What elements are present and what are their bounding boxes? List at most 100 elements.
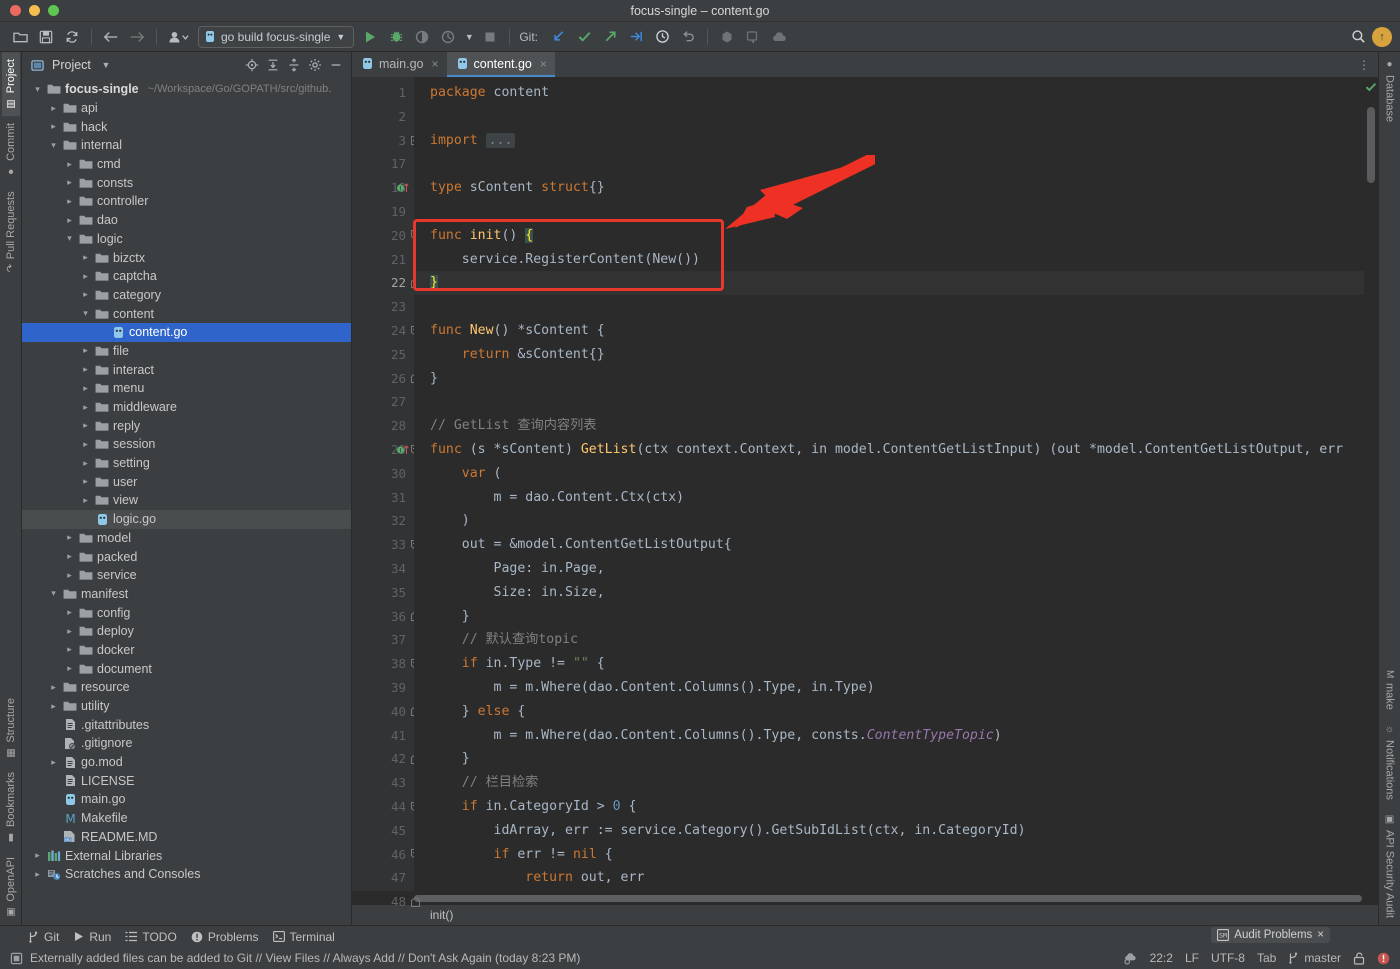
chevron-right-icon[interactable]: ▸ (64, 644, 75, 655)
tool-window-run[interactable]: Run (73, 930, 111, 944)
more-options-icon[interactable]: ⋮ (1358, 52, 1378, 77)
tool-window-git[interactable]: Git (28, 930, 59, 944)
tree-folder-node[interactable]: ▸ captcha (22, 267, 351, 286)
code-line[interactable]: if in.CategoryId > 0 { (414, 795, 1364, 819)
chevron-down-icon[interactable]: ▾ (48, 588, 59, 599)
tree-folder-node[interactable]: ▸ api (22, 99, 351, 118)
chevron-down-icon[interactable]: ▾ (48, 140, 59, 151)
chevron-right-icon[interactable]: ▸ (80, 364, 91, 375)
code-line[interactable]: } (414, 271, 1364, 296)
tree-folder-node[interactable]: ▸ config (22, 603, 351, 622)
forward-arrow-icon[interactable] (125, 26, 149, 48)
tree-folder-node[interactable]: ▸ consts (22, 173, 351, 192)
tree-folder-node[interactable]: ▸ resource (22, 678, 351, 697)
code-line[interactable]: m = m.Where(dao.Content.Columns().Type, … (414, 676, 1364, 700)
chevron-right-icon[interactable]: ▸ (48, 103, 59, 114)
code-line[interactable]: } else { (414, 700, 1364, 724)
tool-window-problems[interactable]: Problems (191, 930, 259, 944)
code-line[interactable]: // GetList 查询内容列表 (414, 414, 1364, 438)
chevron-right-icon[interactable]: ▸ (64, 177, 75, 188)
code-line[interactable]: return &sContent{} (414, 343, 1364, 367)
settings-gear-icon[interactable] (306, 56, 324, 74)
sidebar-item-commit[interactable]: ● Commit (2, 116, 20, 184)
unlocked-icon[interactable] (1353, 952, 1365, 965)
background-tasks-icon[interactable] (1123, 951, 1138, 965)
editor-tab-main-go[interactable]: main.go × (352, 52, 447, 77)
editor-horizontal-scrollbar[interactable] (414, 894, 1362, 902)
code-line[interactable]: var ( (414, 462, 1364, 486)
tree-folder-node[interactable]: ▾ internal (22, 136, 351, 155)
code-line[interactable]: } (414, 890, 1364, 891)
tree-file-node[interactable]: M Makefile (22, 809, 351, 828)
close-icon[interactable]: × (1317, 929, 1324, 941)
tree-folder-node[interactable]: ▾ focus-single ~/Workspace/Go/GOPATH/src/g… (22, 80, 351, 99)
sidebar-item-api-security-audit[interactable]: ▣ API Security Audit (1381, 807, 1399, 925)
tree-folder-node[interactable]: ▸ dao (22, 211, 351, 230)
code-line[interactable]: func New() *sContent { (414, 319, 1364, 343)
chevron-right-icon[interactable]: ▸ (48, 121, 59, 132)
chevron-right-icon[interactable]: ▸ (64, 570, 75, 581)
hexagon-icon[interactable] (715, 26, 739, 48)
sidebar-item-structure[interactable]: ▦ Structure (2, 691, 20, 766)
sidebar-item-make[interactable]: M make (1381, 663, 1399, 717)
hide-icon[interactable] (327, 56, 345, 74)
chevron-right-icon[interactable]: ▸ (80, 271, 91, 282)
tree-folder-node[interactable]: ▸ session (22, 435, 351, 454)
chevron-right-icon[interactable]: ▸ (64, 196, 75, 207)
search-structure-icon[interactable] (741, 26, 765, 48)
indent-setting[interactable]: Tab (1257, 951, 1276, 965)
history-icon[interactable] (650, 26, 674, 48)
chevron-right-icon[interactable]: ▸ (48, 757, 59, 768)
code-line[interactable]: func (s *sContent) GetList(ctx context.C… (414, 438, 1364, 462)
editor-vertical-scrollbar[interactable] (1367, 107, 1375, 183)
sidebar-item-project[interactable]: ▤ Project (1, 52, 20, 117)
code-line[interactable]: import ... (414, 129, 1364, 153)
chevron-right-icon[interactable]: ▸ (80, 458, 91, 469)
minimize-window-button[interactable] (29, 5, 40, 16)
sidebar-item-notifications[interactable]: ☼ Notifications (1381, 717, 1399, 807)
code-line[interactable]: idArray, err := service.Category().GetSu… (414, 819, 1364, 843)
save-icon[interactable] (34, 26, 58, 48)
chevron-right-icon[interactable]: ▸ (48, 682, 59, 693)
breadcrumb[interactable]: init() (352, 905, 1378, 925)
code-line[interactable]: if err != nil { (414, 843, 1364, 867)
audit-problems-chip[interactable]: SM Audit Problems × (1211, 927, 1330, 943)
code-line[interactable] (414, 390, 1364, 414)
chevron-right-icon[interactable]: ▸ (80, 495, 91, 506)
tree-folder-node[interactable]: ▸ category (22, 286, 351, 305)
debug-icon[interactable] (384, 26, 408, 48)
editor-gutter[interactable]: 1231718I1920212223242526272829I303132333… (352, 77, 420, 909)
expand-all-icon[interactable] (264, 56, 282, 74)
editor-code[interactable]: package content import ... type sContent s… (414, 77, 1364, 891)
code-line[interactable]: m = dao.Content.Ctx(ctx) (414, 486, 1364, 510)
project-tree[interactable]: ▾ focus-single ~/Workspace/Go/GOPATH/src/g… (22, 78, 351, 925)
collapse-all-icon[interactable] (285, 56, 303, 74)
code-line[interactable]: } (414, 367, 1364, 391)
open-folder-icon[interactable] (8, 26, 32, 48)
stop-icon[interactable] (478, 26, 502, 48)
code-fold-toggle[interactable] (410, 896, 421, 907)
code-line[interactable]: type sContent struct{} (414, 176, 1364, 200)
sidebar-item-database[interactable]: ● Database (1381, 52, 1399, 129)
chevron-right-icon[interactable]: ▸ (80, 345, 91, 356)
code-line[interactable] (414, 152, 1364, 176)
run-icon[interactable] (358, 26, 382, 48)
chevron-right-icon[interactable]: ▸ (80, 420, 91, 431)
tree-folder-node[interactable]: ▸ interact (22, 360, 351, 379)
chevron-right-icon[interactable]: ▸ (80, 439, 91, 450)
account-avatar[interactable]: ↑ (1372, 26, 1392, 47)
search-everywhere-icon[interactable] (1346, 26, 1370, 48)
tree-folder-node[interactable]: ▸ hack (22, 117, 351, 136)
code-line[interactable] (414, 200, 1364, 224)
tool-window-todo[interactable]: TODO (125, 930, 177, 944)
close-tab-icon[interactable]: × (540, 57, 547, 71)
tree-folder-node[interactable]: ▸ setting (22, 454, 351, 473)
code-line[interactable]: m = m.Where(dao.Content.Columns().Type, … (414, 724, 1364, 748)
close-window-button[interactable] (10, 5, 21, 16)
git-branch-widget[interactable]: master (1288, 951, 1341, 965)
code-line[interactable]: if in.Type != "" { (414, 652, 1364, 676)
update-project-icon[interactable] (546, 26, 570, 48)
tree-file-node[interactable]: logic.go (22, 509, 351, 529)
tree-folder-node[interactable]: ▸ user (22, 472, 351, 491)
tree-folder-node[interactable]: ▾ content (22, 304, 351, 323)
